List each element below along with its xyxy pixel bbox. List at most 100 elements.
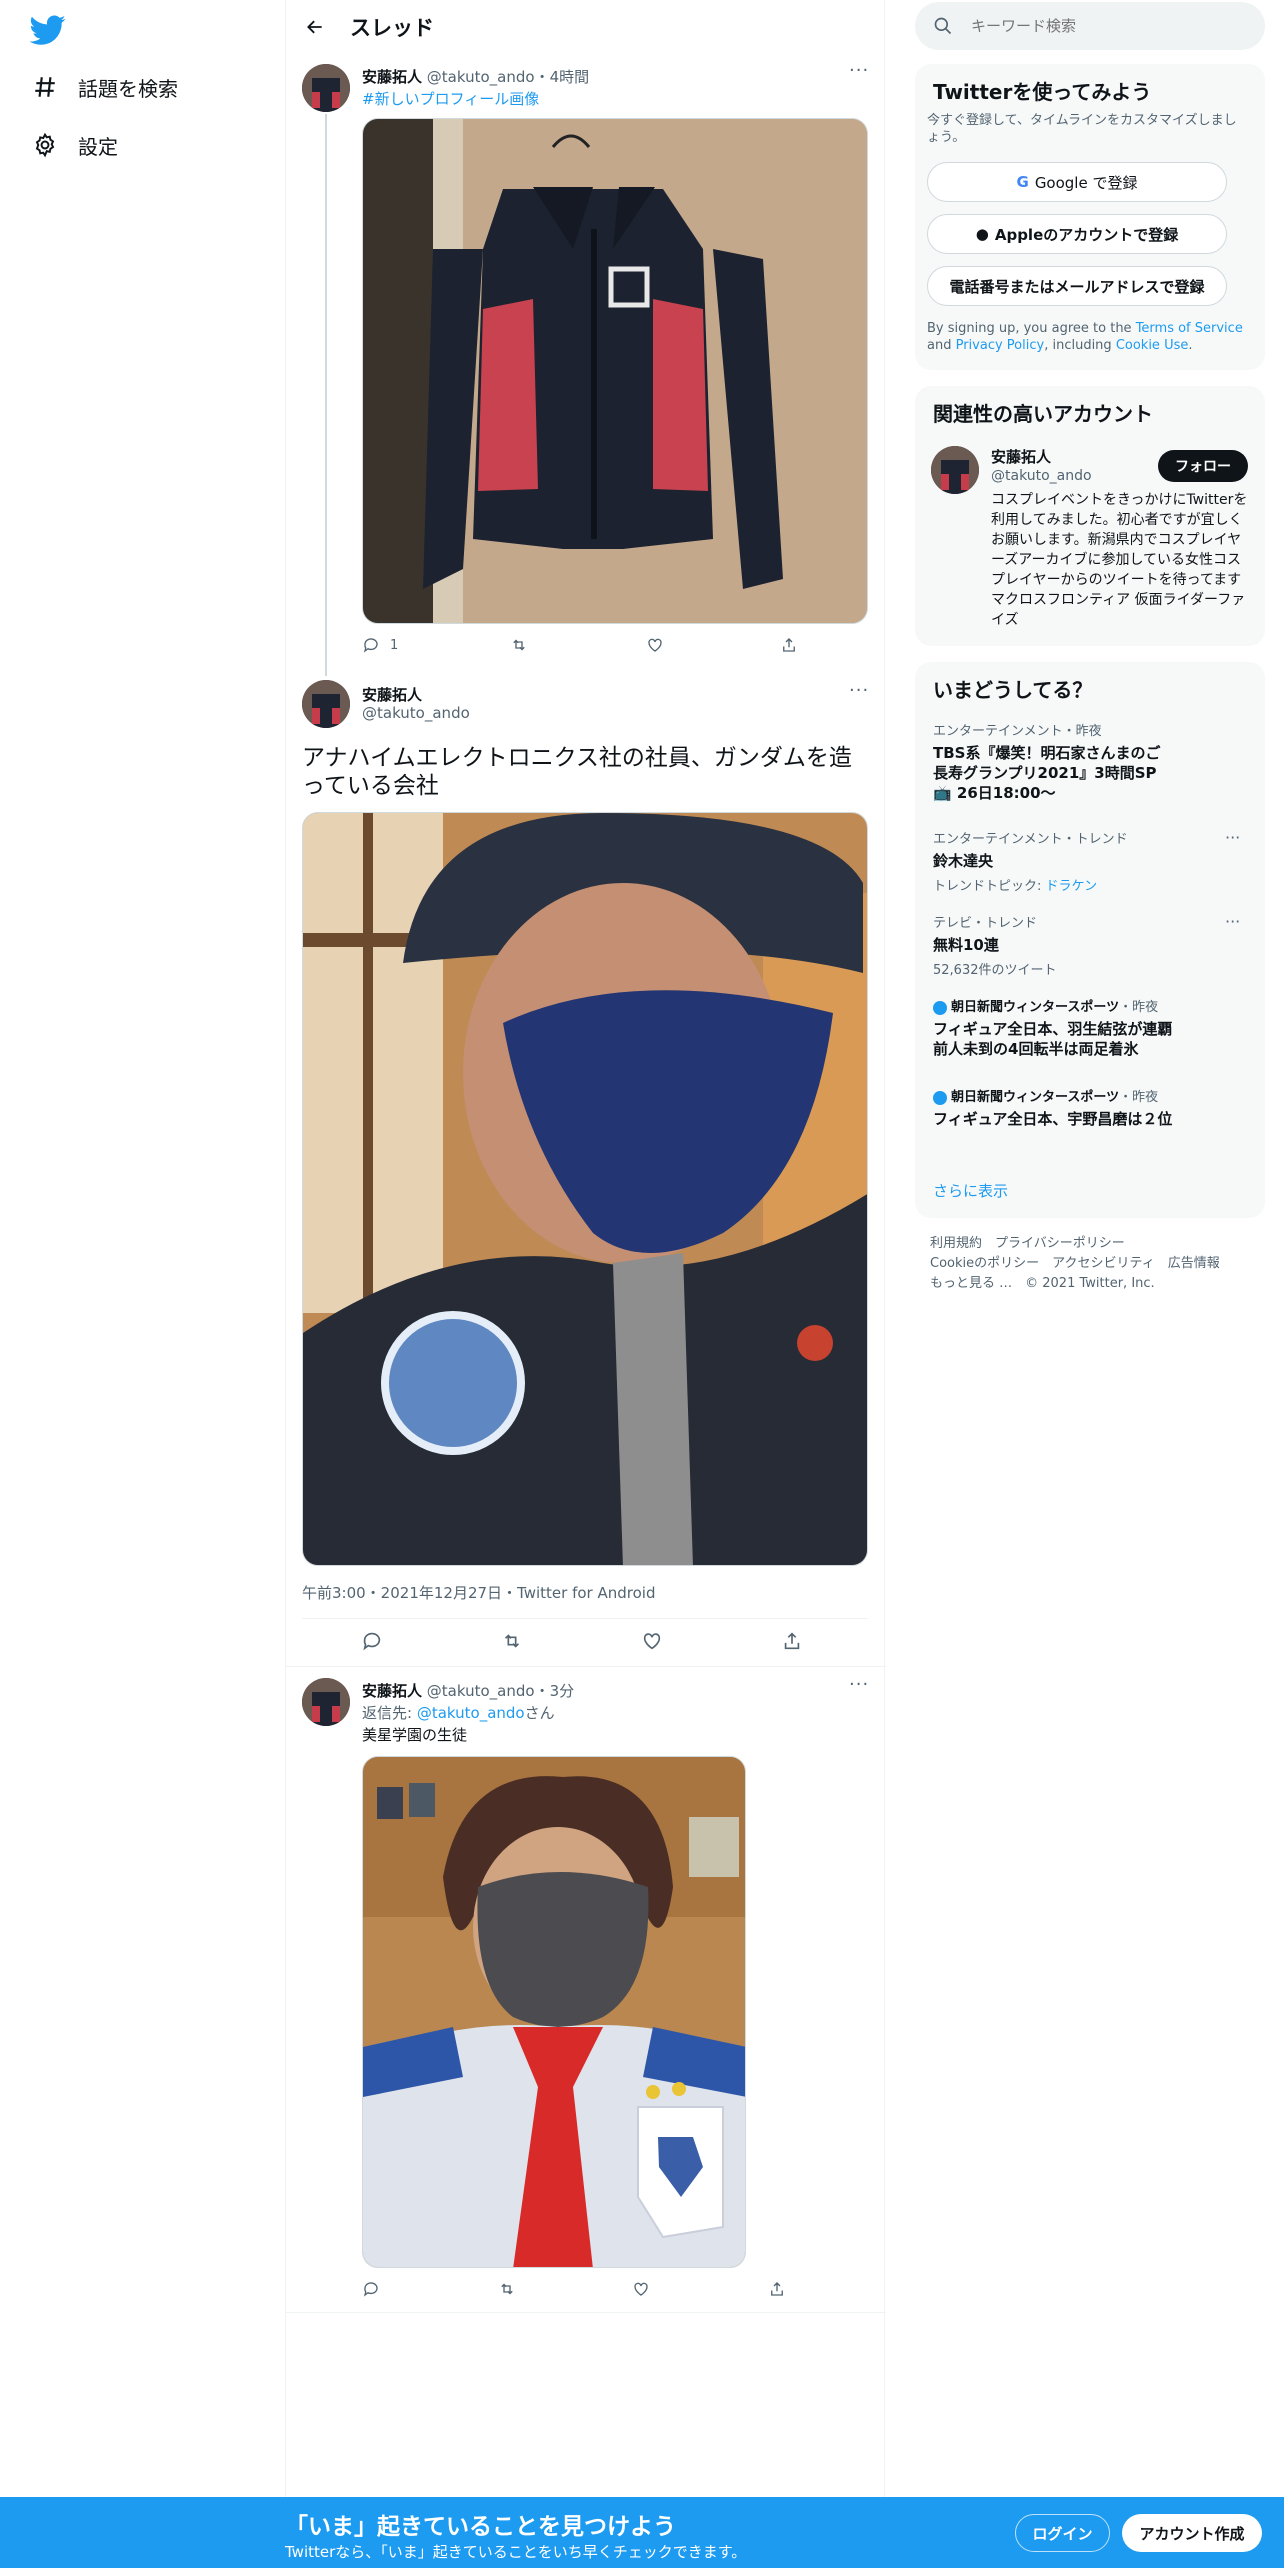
account-handle[interactable]: @takuto_ando [991,468,1092,484]
share-button[interactable] [722,1630,862,1652]
more-options-icon[interactable]: ··· [849,680,869,701]
more-options-icon[interactable]: ··· [1225,912,1240,931]
account-bio: コスプレイベントをきっかけにTwitterを利用してみました。初心者ですが宜しく… [991,492,1248,628]
author-handle[interactable]: @takuto_ando [427,1682,535,1700]
tweet-3-text: 美星学園の生徒 [362,1726,468,1744]
retweet-icon [501,2283,513,2295]
hashtag-icon [30,72,60,102]
more-options-icon[interactable]: ··· [849,1674,869,1695]
heart-icon [643,1633,661,1650]
footer-line[interactable]: Cookieのポリシー アクセシビリティ 広告情報 [930,1254,1250,1274]
footer-links: 利用規約 プライバシーポリシー Cookieのポリシー アクセシビリティ 広告情… [930,1234,1250,1294]
author-name[interactable]: 安藤拓人 [362,68,422,86]
like-button[interactable] [632,2280,768,2298]
phone-email-signup-button[interactable]: 電話番号またはメールアドレスで登録 [927,266,1227,306]
follow-button[interactable]: フォロー [1158,450,1248,482]
nav-settings-label: 設定 [78,134,118,159]
reply-button[interactable]: 1 [362,636,510,654]
author-name[interactable]: 安藤拓人 [362,1682,422,1700]
divider [302,1618,868,1619]
apple-icon: ● [975,225,989,243]
tweet-3-actions [362,2280,862,2298]
nav-settings[interactable]: 設定 [30,120,118,170]
signup-title: Twitterを使ってみよう [933,80,1152,104]
share-button[interactable] [780,636,798,654]
trend-item[interactable]: エンターテインメント・トレンド 鈴木達央 トレンドトピック: ドラケン [933,828,1233,894]
author-handle[interactable]: @takuto_ando [362,704,470,722]
page-title: スレッド [350,16,434,40]
signup-subtitle: 今すぐ登録して、タイムラインをカスタマイズしましょう。 [927,113,1237,145]
share-button[interactable] [768,2280,786,2298]
google-signup-button[interactable]: G Google で登録 [927,162,1227,202]
tweet-1-image[interactable] [362,118,868,624]
cookie-link[interactable]: Cookie Use [1116,338,1189,353]
tweet-time[interactable]: ・4時間 [535,68,590,86]
reply-icon [363,2282,378,2297]
like-button[interactable] [582,1630,722,1652]
search-input[interactable] [971,17,1231,35]
left-navigation: 話題を検索 設定 [0,0,285,2568]
tweet-2-actions [302,1630,862,1652]
tweet-2-image[interactable] [302,812,868,1566]
more-options-icon[interactable]: ··· [849,60,869,81]
reply-button[interactable] [302,1630,442,1652]
avatar[interactable] [302,64,350,112]
reply-count: 1 [390,637,399,653]
account-name[interactable]: 安藤拓人 [991,446,1051,467]
retweet-icon [513,639,525,651]
apple-signup-button[interactable]: ● Appleのアカウントで登録 [927,214,1227,254]
tweet-1-header: 安藤拓人 @takuto_ando・4時間 [362,66,589,87]
back-arrow-icon[interactable] [298,10,332,44]
retweet-button[interactable] [498,2280,632,2298]
privacy-link[interactable]: Privacy Policy [956,338,1045,353]
heart-icon [648,638,662,652]
retweet-button[interactable] [510,636,646,654]
footer-line[interactable]: 利用規約 プライバシーポリシー [930,1234,1250,1254]
reply-icon [363,638,378,653]
avatar[interactable] [302,680,350,728]
show-more-link[interactable]: さらに表示 [933,1180,1008,1201]
like-button[interactable] [646,636,780,654]
reply-to-link[interactable]: @takuto_ando [417,1704,525,1722]
news-item[interactable]: 朝日新聞ウィンタースポーツ・昨夜 フィギュア全日本、宇野昌磨は２位 [933,1086,1233,1129]
reply-button[interactable] [362,2280,498,2298]
avatar[interactable] [302,1678,350,1726]
footer-line[interactable]: もっと見る … © 2021 Twitter, Inc. [930,1274,1250,1294]
signup-banner: 「いま」起きていることを見つけよう Twitterなら、「いま」起きていることを… [0,2497,1284,2568]
news-item[interactable]: 朝日新聞ウィンタースポーツ・昨夜 フィギュア全日本、羽生結弦が連覇 前人未到の4… [933,996,1233,1059]
trend-topic-link[interactable]: ドラケン [1046,879,1098,894]
tos-link[interactable]: Terms of Service [1136,321,1243,336]
gear-icon [30,130,60,160]
related-accounts-panel: 関連性の高いアカウント 安藤拓人 @takuto_ando フォロー コスプレイ… [915,386,1265,646]
author-handle[interactable]: @takuto_ando [427,68,535,86]
tweet-2-text: アナハイムエレクトロニクス社の社員、ガンダムを造っている会社 [302,745,852,799]
banner-subtitle: Twitterなら、「いま」起きていることをいち早くチェックできます。 [285,2543,747,2561]
twitter-bird-icon[interactable] [29,12,66,48]
retweet-button[interactable] [442,1630,582,1652]
author-name[interactable]: 安藤拓人 [362,684,422,705]
main-column: スレッド 安藤拓人 @takuto_ando・4時間 ··· #新しいプロフィー… [285,0,886,2568]
trend-item[interactable]: エンターテインメント・昨夜 TBS系『爆笑！明石家さんまのご長寿グランプリ202… [933,720,1233,803]
thread-line [325,114,327,676]
share-icon [771,2282,783,2296]
thread-header: スレッド [286,0,886,54]
reply-context: 返信先: @takuto_andoさん [362,1704,555,1722]
divider [286,2312,886,2313]
avatar[interactable] [931,446,979,494]
signup-button[interactable]: アカウント作成 [1122,2514,1262,2552]
signup-panel: Twitterを使ってみよう 今すぐ登録して、タイムラインをカスタマイズしましょ… [915,64,1265,370]
more-options-icon[interactable]: ··· [1225,828,1240,847]
hashtag-link[interactable]: #新しいプロフィール画像 [362,88,539,109]
banner-title: 「いま」起きていることを見つけよう [285,2514,676,2540]
search-icon [933,16,953,36]
tweet-timestamp[interactable]: 午前3:00・2021年12月27日・Twitter for Android [302,1582,655,1603]
nav-explore[interactable]: 話題を検索 [30,62,178,112]
trend-item[interactable]: テレビ・トレンド 無料10連 52,632件のツイート [933,912,1233,978]
share-icon [784,1632,800,1650]
search-box[interactable] [915,2,1265,50]
news-source-icon [933,1090,947,1105]
tweet-time[interactable]: ・3分 [535,1682,575,1700]
tweet-3-image[interactable] [362,1756,746,2268]
login-button[interactable]: ログイン [1015,2514,1110,2552]
google-icon: G [1016,173,1029,191]
